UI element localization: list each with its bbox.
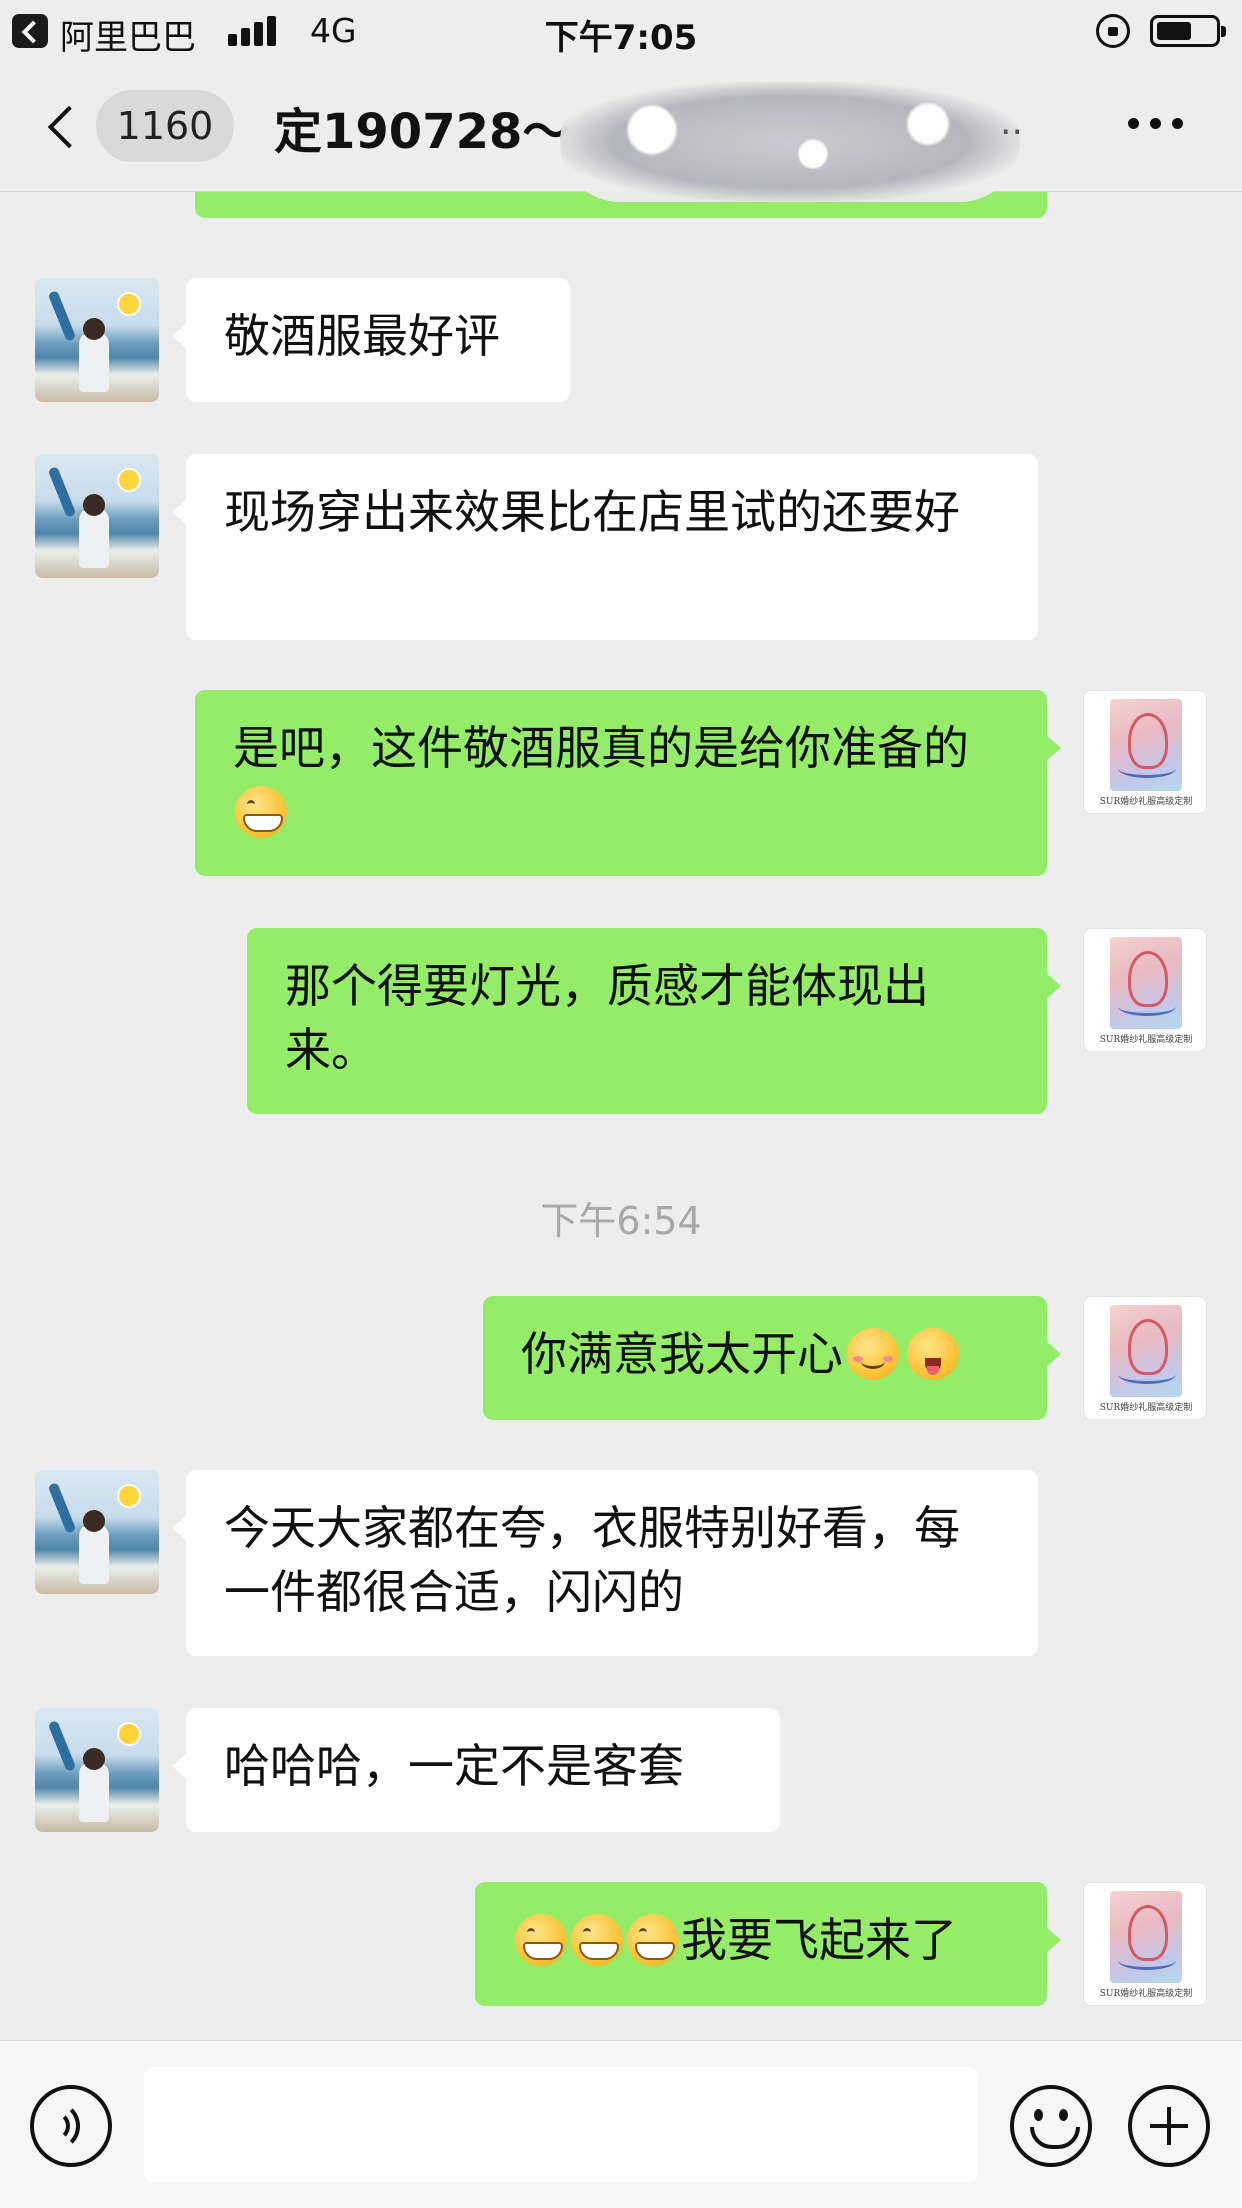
- voice-input-button[interactable]: [30, 2085, 112, 2167]
- status-bar: 阿里巴巴 4G 下午7:05: [0, 0, 1242, 62]
- redacted-title-blur: [560, 82, 1020, 202]
- input-bar: [0, 2040, 1242, 2208]
- message-text: 我要飞起来了: [681, 1913, 957, 1967]
- my-avatar[interactable]: SUR婚纱礼服高级定制: [1083, 690, 1207, 814]
- grin-emoji-icon: [627, 1914, 679, 1966]
- unread-count-badge[interactable]: 1160: [96, 90, 234, 162]
- back-button[interactable]: [40, 102, 80, 152]
- message-text: 是吧，这件敬酒服真的是给你准备的: [233, 721, 969, 775]
- message-bubble-incoming[interactable]: 哈哈哈，一定不是客套: [172, 1708, 780, 1832]
- message-bubble-outgoing[interactable]: 是吧，这件敬酒服真的是给你准备的: [195, 690, 1061, 876]
- message-bubble-outgoing[interactable]: 那个得要灯光，质感才能体现出来。: [247, 928, 1061, 1114]
- message-text: 你满意我太开心: [521, 1327, 843, 1381]
- wink-tongue-emoji-icon: [907, 1328, 959, 1380]
- status-time: 下午7:05: [544, 18, 698, 58]
- contact-avatar[interactable]: [35, 1470, 159, 1594]
- rotation-lock-icon: [1096, 14, 1130, 48]
- my-avatar[interactable]: SUR婚纱礼服高级定制: [1083, 1882, 1207, 2006]
- more-functions-button[interactable]: [1128, 2085, 1210, 2167]
- blush-smile-emoji-icon: [847, 1328, 899, 1380]
- contact-avatar[interactable]: [35, 278, 159, 402]
- message-list[interactable]: 敬酒服最好评 现场穿出来效果比在店里试的还要好 是吧，这件敬酒服真的是给你准备的…: [0, 192, 1242, 2040]
- message-text: 那个得要灯光，质感才能体现出来。: [285, 959, 929, 1077]
- grin-emoji-icon: [571, 1914, 623, 1966]
- contact-avatar[interactable]: [35, 454, 159, 578]
- grin-emoji-icon: [515, 1914, 567, 1966]
- message-bubble-incoming[interactable]: 现场穿出来效果比在店里试的还要好: [172, 454, 1038, 640]
- battery-icon: [1150, 15, 1226, 47]
- message-text: 敬酒服最好评: [224, 309, 500, 363]
- emoji-button[interactable]: [1010, 2085, 1092, 2167]
- message-text: 现场穿出来效果比在店里试的还要好: [224, 485, 960, 539]
- message-bubble-incoming[interactable]: 今天大家都在夸，衣服特别好看，每一件都很合适，闪闪的: [172, 1470, 1038, 1656]
- chat-title: 定190728～: [274, 104, 571, 160]
- my-avatar[interactable]: SUR婚纱礼服高级定制: [1083, 1296, 1207, 1420]
- my-avatar[interactable]: SUR婚纱礼服高级定制: [1083, 928, 1207, 1052]
- chat-title-ellipsis: ..: [1000, 102, 1023, 143]
- message-bubble-incoming[interactable]: 敬酒服最好评: [172, 278, 570, 402]
- more-options-button[interactable]: [1128, 118, 1184, 132]
- message-text: 哈哈哈，一定不是客套: [224, 1739, 684, 1793]
- message-input[interactable]: [144, 2067, 978, 2183]
- chat-header: 1160 定190728～ ..: [0, 62, 1242, 202]
- contact-avatar[interactable]: [35, 1708, 159, 1832]
- grin-emoji-icon: [235, 786, 287, 838]
- message-bubble-outgoing[interactable]: 你满意我太开心: [483, 1296, 1061, 1420]
- timestamp-divider: 下午6:54: [540, 1199, 702, 1243]
- message-bubble-outgoing[interactable]: 我要飞起来了: [475, 1882, 1061, 2006]
- message-text: 今天大家都在夸，衣服特别好看，每一件都很合适，闪闪的: [224, 1501, 960, 1619]
